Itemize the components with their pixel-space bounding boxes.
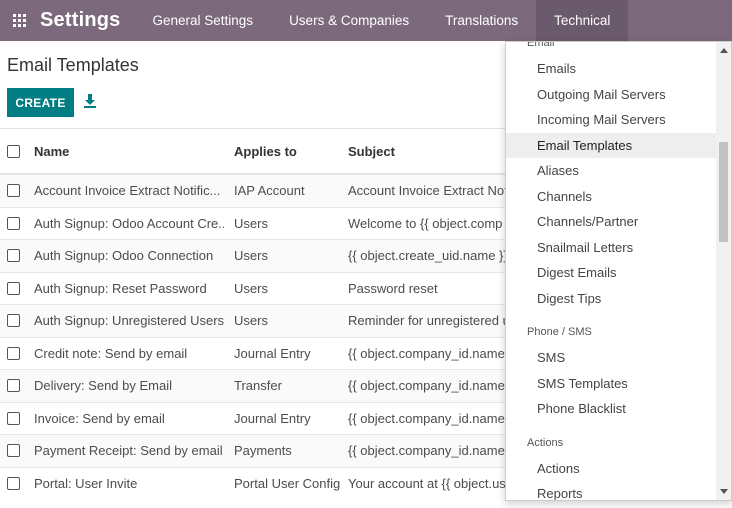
cell-name: Auth Signup: Unregistered Users (34, 313, 224, 329)
dropdown-section-header: Phone / SMS (527, 326, 592, 338)
cell-subject: Account Invoice Extract Not (348, 183, 508, 199)
cell-applies-to: Users (234, 280, 268, 296)
row-checkbox[interactable] (7, 216, 20, 230)
dropdown-item-emails[interactable]: Emails (506, 56, 718, 82)
dropdown-item-sms[interactable]: SMS (506, 345, 718, 371)
cell-subject: {{ object.create_uid.name }} (348, 248, 508, 264)
dropdown-item-digest-emails[interactable]: Digest Emails (506, 260, 718, 286)
dropdown-section-header: Actions (527, 436, 564, 449)
dropdown-item-digest-tips[interactable]: Digest Tips (506, 286, 718, 312)
cell-name: Auth Signup: Reset Password (34, 280, 207, 296)
apps-grid-icon[interactable] (4, 0, 34, 41)
cell-subject: {{ object.company_id.name (348, 443, 505, 459)
cell-name: Portal: User Invite (34, 475, 138, 491)
cell-applies-to: Journal Entry (234, 410, 311, 426)
row-checkbox[interactable] (7, 379, 20, 393)
cell-applies-to: Payments (234, 443, 292, 459)
row-checkbox[interactable] (7, 281, 20, 295)
cell-name: Account Invoice Extract Notific... (34, 183, 221, 199)
dropdown-item-snailmail-letters[interactable]: Snailmail Letters (506, 235, 718, 261)
cell-applies-to: Journal Entry (234, 345, 311, 361)
dropdown-item-actions[interactable]: Actions (506, 456, 718, 482)
cell-applies-to: Users (234, 248, 268, 264)
cell-name: Invoice: Send by email (34, 410, 165, 426)
menu-users-companies[interactable]: Users & Companies (271, 0, 427, 41)
menu-translations[interactable]: Translations (427, 0, 536, 41)
cell-name: Auth Signup: Odoo Account Cre... (34, 215, 224, 231)
column-header-subject[interactable]: Subject (348, 144, 508, 159)
dropdown-scrollbar[interactable] (716, 42, 731, 500)
cell-subject: Welcome to {{ object.comp (348, 215, 503, 231)
cell-subject: Your account at {{ object.us (348, 475, 506, 491)
column-header-applies-to[interactable]: Applies to (234, 144, 340, 159)
row-checkbox[interactable] (7, 346, 20, 360)
page-title: Email Templates (7, 55, 139, 75)
cell-applies-to: Portal User Config (234, 475, 340, 491)
row-checkbox[interactable] (7, 476, 20, 490)
dropdown-item-outgoing-mail-servers[interactable]: Outgoing Mail Servers (506, 82, 718, 108)
cell-applies-to: IAP Account (234, 183, 305, 199)
cell-subject: {{ object.company_id.name (348, 410, 505, 426)
column-header-name[interactable]: Name (34, 144, 224, 159)
dropdown-item-email-templates[interactable]: Email Templates (506, 132, 718, 158)
top-navbar: Settings General Settings Users & Compan… (0, 0, 732, 41)
dropdown-item-channels[interactable]: Channels (506, 184, 718, 210)
dropdown-item-incoming-mail-servers[interactable]: Incoming Mail Servers (506, 107, 718, 133)
dropdown-item-channels-partner[interactable]: Channels/Partner (506, 209, 718, 235)
row-checkbox[interactable] (7, 184, 20, 198)
cell-applies-to: Users (234, 313, 268, 329)
row-checkbox[interactable] (7, 444, 20, 458)
dropdown-item-phone-blacklist[interactable]: Phone Blacklist (506, 396, 718, 422)
row-checkbox[interactable] (7, 411, 20, 425)
cell-applies-to: Users (234, 215, 268, 231)
technical-dropdown-menu: Email Emails Outgoing Mail Servers Incoming… (505, 41, 732, 501)
menu-general-settings[interactable]: General Settings (135, 0, 272, 41)
cell-subject: {{ object.company_id.name (348, 345, 505, 361)
dropdown-divider (506, 311, 718, 319)
menu-technical[interactable]: Technical (536, 0, 629, 41)
cell-name: Credit note: Send by email (34, 345, 188, 361)
dropdown-item-aliases[interactable]: Aliases (506, 158, 718, 184)
scroll-up-icon[interactable] (720, 48, 728, 53)
scroll-thumb[interactable] (719, 142, 728, 242)
row-checkbox[interactable] (7, 314, 20, 328)
cell-name: Auth Signup: Odoo Connection (34, 248, 214, 264)
dropdown-divider (506, 422, 718, 430)
dropdown-section-header: Email (527, 41, 555, 49)
create-button[interactable]: CREATE (7, 88, 74, 117)
cell-subject: {{ object.company_id.name (348, 378, 505, 394)
cell-applies-to: Transfer (234, 378, 282, 394)
dropdown-item-sms-templates[interactable]: SMS Templates (506, 371, 718, 397)
dropdown-item-reports[interactable]: Reports (506, 481, 718, 500)
app-brand[interactable]: Settings (40, 9, 121, 32)
cell-subject: Reminder for unregistered u (348, 313, 508, 329)
download-icon[interactable] (83, 93, 97, 109)
cell-name: Payment Receipt: Send by email (34, 443, 223, 459)
scroll-down-icon[interactable] (720, 489, 728, 494)
select-all-checkbox[interactable] (7, 144, 20, 158)
cell-subject: Password reset (348, 280, 438, 296)
row-checkbox[interactable] (7, 249, 20, 263)
cell-name: Delivery: Send by Email (34, 378, 172, 394)
